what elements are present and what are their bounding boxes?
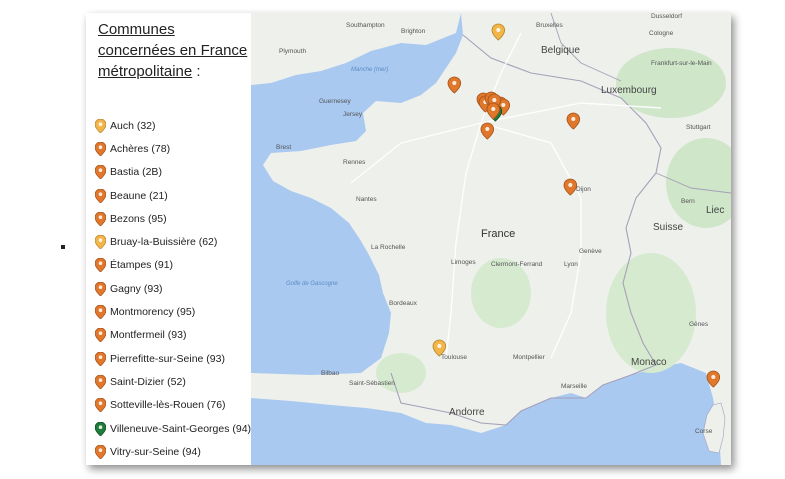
legend-item-label: Bezons (95) [110,212,167,225]
legend-item: Montmorency (95) [95,300,251,323]
legend-item: Montfermeil (93) [95,324,251,347]
label-france: France [481,228,515,240]
label-dusseldorf: Dusseldorf [651,13,682,20]
map-pin-icon [95,141,106,156]
legend-item-label: Montmorency (95) [110,306,196,319]
legend-item-label: Étampes (91) [110,259,174,272]
legend-item: Gagny (93) [95,277,251,300]
map-pin-icon [95,398,106,413]
legend-title-suffix: : [192,63,201,80]
label-golfe-gascogne: Golfe de Gascogne [286,281,338,287]
legend-item: Achères (78) [95,137,251,160]
label-liec: Liec [706,205,724,216]
legend-item: Bastia (2B) [95,161,251,184]
label-genes: Gênes [689,321,709,328]
map-pin-icon [95,258,106,273]
label-brighton: Brighton [401,28,426,35]
label-monaco: Monaco [631,357,667,368]
legend-item: Sotteville-lès-Rouen (76) [95,394,251,417]
map-pin-icon [95,328,106,343]
label-bilbao: Bilbao [321,370,339,377]
map-pin-icon [95,305,106,320]
map-pin-icon [95,235,106,250]
map-pin-icon [95,351,106,366]
legend-item: Bruay-la-Buissière (62) [95,230,251,253]
label-dijon: Dijon [576,186,591,193]
legend-item: Saint-Dizier (52) [95,370,251,393]
label-suisse: Suisse [653,222,683,233]
map-pin-icon [95,165,106,180]
legend-item: Auch (32) [95,114,251,137]
map-canvas[interactable]: Belgique Luxembourg France Suisse Monaco… [251,13,731,465]
label-andorre: Andorre [449,407,485,418]
forest-ardennes [616,48,726,118]
label-geneve: Genève [579,248,602,255]
label-toulouse: Toulouse [441,354,467,361]
label-stuttgart: Stuttgart [686,124,711,131]
legend-item: Vitry-sur-Seine (94) [95,440,251,463]
map-pin-icon [95,374,106,389]
legend-item-label: Villeneuve-Saint-Georges (94) [110,422,252,435]
label-southampton: Southampton [346,22,385,29]
legend-item-label: Gagny (93) [110,282,163,295]
legend-list: Auch (32) Achères (78) Bastia (2B) Beaune (… [95,114,251,463]
map-view[interactable]: Belgique Luxembourg France Suisse Monaco… [251,13,731,465]
label-bern: Bern [681,198,695,205]
legend-item-label: Beaune (21) [110,189,168,202]
label-belgique: Belgique [541,45,580,56]
legend-item: Pierrefitte-sur-Seine (93) [95,347,251,370]
legend-title: Communes concernées en France métropolit… [98,19,248,82]
map-pin-icon [95,281,106,296]
legend-item-label: Vitry-sur-Seine (94) [110,445,201,458]
legend-item-label: Bruay-la-Buissière (62) [110,236,218,249]
label-la-rochelle: La Rochelle [371,244,406,251]
legend-title-text: Communes concernées en France métropolit… [98,21,248,80]
legend-item: Villeneuve-Saint-Georges (94) [95,417,251,440]
label-rennes: Rennes [343,159,366,166]
label-bordeaux: Bordeaux [389,300,418,307]
label-saint-sebastien: Saint-Sébastien [349,380,395,387]
label-corse: Corse [695,428,713,435]
label-bruxelles: Bruxelles [536,22,563,29]
slide-bullet [61,245,65,249]
legend-item-label: Auch (32) [110,119,156,132]
label-montpellier: Montpellier [513,354,546,361]
label-nantes: Nantes [356,196,377,203]
label-brest: Brest [276,144,291,151]
map-figure: Communes concernées en France métropolit… [86,13,731,465]
legend-item: Étampes (91) [95,254,251,277]
map-pin-icon [95,118,106,133]
map-pin-icon [95,211,106,226]
legend-item-label: Pierrefitte-sur-Seine (93) [110,352,225,365]
legend-item-label: Saint-Dizier (52) [110,375,186,388]
legend-item: Bezons (95) [95,207,251,230]
legend-item-label: Sotteville-lès-Rouen (76) [110,399,226,412]
label-marseille: Marseille [561,383,587,390]
legend-item-label: Achères (78) [110,142,171,155]
label-cologne: Cologne [649,30,674,37]
map-pin-icon [95,444,106,459]
legend-item: Beaune (21) [95,184,251,207]
legend-item-label: Bastia (2B) [110,166,162,179]
label-luxembourg: Luxembourg [601,85,657,96]
legend-panel: Communes concernées en France métropolit… [86,13,251,465]
forest-alps [606,253,696,373]
forest-massif-central [471,258,531,328]
label-manche: Manche (mer) [351,67,388,73]
forest-landes [376,353,426,393]
label-plymouth: Plymouth [279,48,306,55]
label-frankfurt: Frankfurt-sur-le-Main [651,60,712,67]
legend-item-label: Montfermeil (93) [110,329,187,342]
label-limoges: Limoges [451,259,476,266]
label-lyon: Lyon [564,261,578,268]
label-clermont-ferrand: Clermont-Ferrand [491,261,543,268]
label-guernesey: Guernesey [319,98,352,105]
map-pin-icon [95,188,106,203]
label-jersey: Jersey [343,111,363,118]
map-pin-icon [95,421,106,436]
